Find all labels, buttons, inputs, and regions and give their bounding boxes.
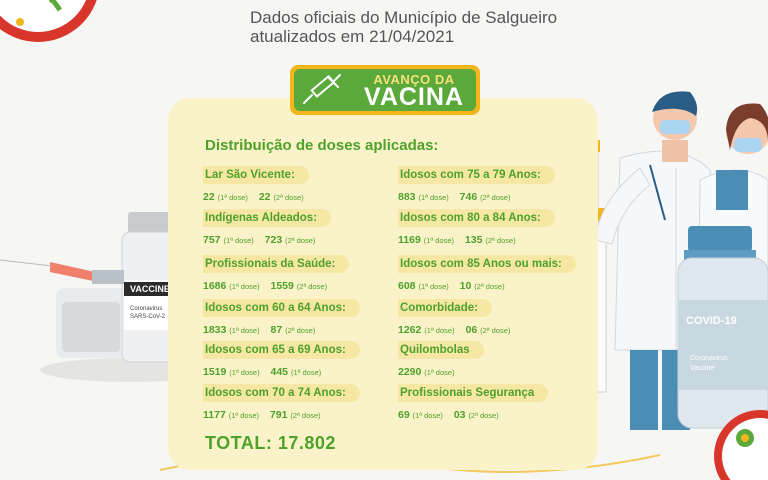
group-label: Quilombolas — [398, 341, 484, 359]
dose1-value: 608 — [398, 280, 416, 292]
covid-vaccine-vial-icon: COVID-19 Coronavirus Vaccine — [677, 226, 768, 429]
dose1-tag: (1ª dose) — [418, 282, 449, 291]
dose2-value: 22 — [258, 191, 271, 203]
group-label: Idosos com 70 a 74 Anos: — [203, 384, 360, 402]
dose1-value: 22 — [203, 191, 215, 203]
dose1-value: 1833 — [203, 324, 227, 336]
header-line2: atualizados em 21/04/2021 — [250, 27, 455, 46]
group-idosos-70-74: Idosos com 70 a 74 Anos: 1177 (1ª dose) … — [203, 381, 360, 423]
dose1-tag: (1ª dose) — [229, 368, 260, 377]
dose1-tag: (1ª dose) — [424, 368, 455, 377]
dose2-tag: (2ª dose) — [474, 282, 505, 291]
badge-line2: VACINA — [364, 83, 464, 111]
dose1-tag: (1ª dose) — [229, 326, 260, 335]
group-idosos-65-69: Idosos com 65 a 69 Anos: 1519 (1ª dose) … — [203, 338, 360, 380]
group-label: Profissionais Segurança — [398, 384, 549, 402]
dose2-tag: (2ª dose) — [480, 193, 511, 202]
group-profissionais-saude: Profissionais da Saúde: 1686 (1ª dose) 1… — [203, 252, 350, 294]
dose2-value: 1559 — [270, 280, 294, 292]
dose1-value: 1686 — [203, 280, 227, 292]
dose1-value: 883 — [398, 191, 416, 203]
dose1-value: 1262 — [398, 324, 422, 336]
group-label: Profissionais da Saúde: — [203, 255, 350, 273]
vial-sub1-text: Coronavirus — [130, 306, 162, 312]
dose2-value: 791 — [269, 409, 288, 421]
dose2-tag: (2ª dose) — [273, 193, 304, 202]
dose1-tag: (1ª dose) — [424, 326, 455, 335]
total-doses: TOTAL: 17.802 — [205, 433, 336, 453]
group-label: Idosos com 85 Anos ou mais: — [398, 255, 576, 273]
dose2-value: 135 — [464, 234, 483, 246]
dose2-tag: (1ª dose) — [290, 368, 322, 377]
group-lar-sao-vicente: Lar São Vicente: 22 (1ª dose) 22 (2ª dos… — [203, 163, 312, 205]
dose1-value: 1177 — [203, 409, 226, 421]
syringe-icon — [303, 74, 341, 104]
dose1-tag: (1ª dose) — [418, 193, 449, 202]
dose2-tag: (2ª dose) — [296, 282, 328, 291]
header-line1: Dados oficiais do Município de Salgueiro — [250, 8, 558, 27]
group-label: Indígenas Aldeados: — [203, 209, 332, 227]
dose2-value: 10 — [459, 280, 472, 292]
panel-title: Distribuição de doses aplicadas: — [205, 137, 439, 154]
right-vial-title-text: COVID-19 — [686, 315, 737, 327]
dose1-tag: (1ª dose) — [412, 411, 443, 420]
dose2-value: 06 — [465, 324, 478, 336]
group-idosos-60-64: Idosos com 60 a 64 Anos: 1833 (1ª dose) … — [203, 296, 360, 338]
dose1-value: 757 — [203, 234, 221, 246]
dose1-tag: (1ª dose) — [223, 236, 254, 245]
vial-brand-text: VACCINE — [130, 284, 170, 294]
group-idosos-75-79: Idosos com 75 a 79 Anos: 883 (1ª dose) 7… — [398, 163, 555, 205]
dose1-value: 69 — [398, 409, 410, 421]
group-indigenas: Indígenas Aldeados: 757 (1ª dose) 723 (2… — [203, 206, 332, 248]
clock-icon — [0, 0, 97, 42]
dose2-tag: (2ª dose) — [485, 236, 516, 245]
dose2-value: 03 — [453, 409, 466, 421]
group-comorbidade: Comorbidade: 1262 (1ª dose) 06 (2ª dose) — [398, 296, 518, 338]
dose1-value: 1519 — [203, 366, 227, 378]
group-idosos-85-mais: Idosos com 85 Anos ou mais: 608 (1ª dose… — [398, 252, 576, 294]
group-label: Idosos com 60 a 64 Anos: — [203, 299, 360, 317]
group-profissionais-seguranca: Profissionais Segurança 69 (1ª dose) 03 … — [398, 381, 549, 423]
dose1-tag: (1ª dose) — [423, 236, 454, 245]
dose2-value: 445 — [270, 366, 289, 378]
group-label: Lar São Vicente: — [203, 166, 309, 184]
dose2-tag: (2ª dose) — [468, 411, 499, 420]
header: Dados oficiais do Município de Salgueiro… — [250, 8, 590, 46]
dose1-tag: (1ª dose) — [228, 411, 259, 420]
group-label: Idosos com 80 a 84 Anos: — [398, 209, 555, 227]
group-label: Comorbidade: — [398, 299, 492, 317]
vaccine-advance-badge: AVANÇO DA VACINA — [290, 65, 480, 115]
dose2-value: 723 — [264, 234, 283, 246]
dose2-tag: (2ª dose) — [285, 236, 316, 245]
group-label: Idosos com 65 a 69 Anos: — [203, 341, 360, 359]
dose2-tag: (2ª dose) — [290, 411, 321, 420]
dose2-value: 746 — [459, 191, 478, 203]
group-quilombolas: Quilombolas 2290 (1ª dose) — [398, 338, 484, 380]
right-vial-sub1-text: Coronavirus — [690, 355, 728, 362]
dose1-tag: (1ª dose) — [229, 282, 260, 291]
dose1-value: 2290 — [398, 366, 422, 378]
dose2-tag: (2ª dose) — [480, 326, 511, 335]
dose2-value: 87 — [270, 324, 283, 336]
dose1-tag: (1ª dose) — [217, 193, 248, 202]
group-idosos-80-84: Idosos com 80 a 84 Anos: 1169 (1ª dose) … — [398, 206, 555, 248]
dose1-value: 1169 — [398, 234, 421, 246]
right-vial-sub2-text: Vaccine — [690, 365, 714, 372]
dose2-tag: (2ª dose) — [285, 326, 316, 335]
vial-sub2-text: SARS-CoV-2 — [130, 314, 166, 320]
group-label: Idosos com 75 a 79 Anos: — [398, 166, 555, 184]
